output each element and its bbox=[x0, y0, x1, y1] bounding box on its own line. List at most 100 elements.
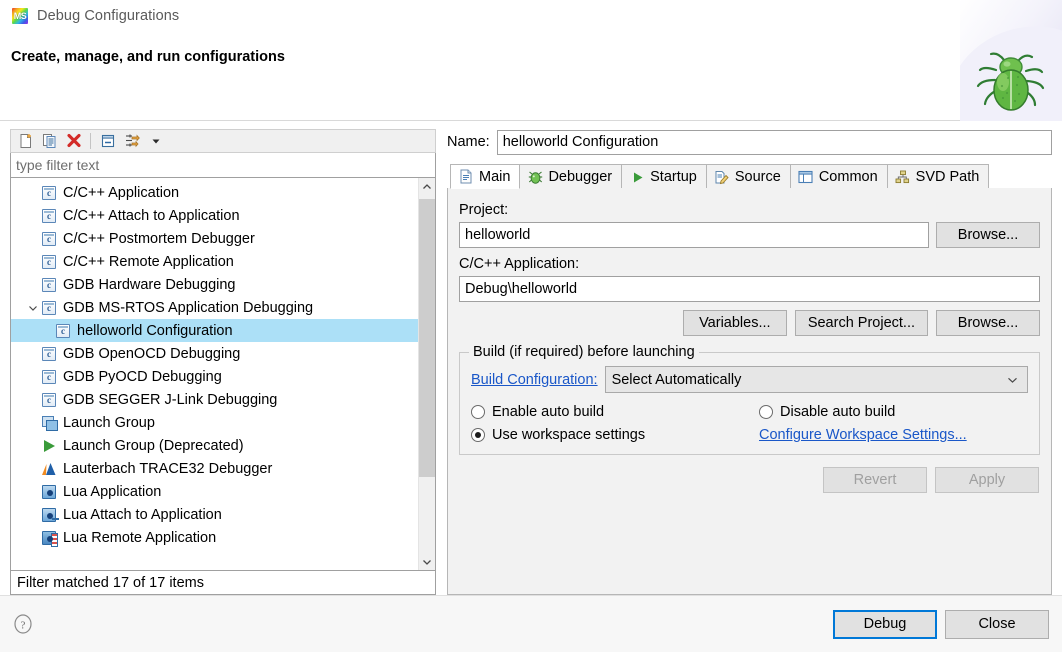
tree-item[interactable]: GDB SEGGER J-Link Debugging bbox=[11, 388, 418, 411]
project-browse-button[interactable]: Browse... bbox=[936, 222, 1040, 248]
tab-label: Debugger bbox=[548, 169, 612, 185]
disable-auto-build-radio[interactable]: Disable auto build bbox=[759, 404, 1028, 420]
view-menu-button[interactable] bbox=[145, 131, 166, 151]
tree-item[interactable]: C/C++ Postmortem Debugger bbox=[11, 227, 418, 250]
tree-item[interactable]: Lauterbach TRACE32 Debugger bbox=[11, 457, 418, 480]
ms-rtos-icon bbox=[12, 8, 28, 24]
c-config-icon bbox=[42, 186, 56, 200]
debug-button[interactable]: Debug bbox=[833, 610, 937, 639]
configurations-tree[interactable]: C/C++ Application C/C++ Attach to Applica… bbox=[11, 178, 418, 570]
chevron-down-icon bbox=[422, 557, 432, 567]
enable-auto-build-radio[interactable]: Enable auto build bbox=[471, 404, 759, 420]
build-group: Build (if required) before launching Bui… bbox=[459, 352, 1040, 455]
filter-launch-configurations-icon bbox=[124, 133, 140, 149]
application-input[interactable]: Debug\helloworld bbox=[459, 276, 1040, 302]
tree-item[interactable]: C/C++ Remote Application bbox=[11, 250, 418, 273]
tree-item-label: GDB OpenOCD Debugging bbox=[63, 346, 240, 362]
tree-item-label: helloworld Configuration bbox=[77, 323, 233, 339]
tab-common[interactable]: Common bbox=[790, 164, 888, 189]
tab-label: Common bbox=[819, 169, 878, 185]
name-label: Name: bbox=[447, 134, 490, 150]
build-configuration-link[interactable]: Build Configuration: bbox=[471, 372, 598, 388]
green-play-icon bbox=[631, 171, 644, 184]
filter-launch-configurations-button[interactable] bbox=[121, 131, 142, 151]
tab-label: Startup bbox=[650, 169, 697, 185]
tree-item[interactable]: Launch Group (Deprecated) bbox=[11, 434, 418, 457]
svd-tree-icon bbox=[895, 170, 910, 184]
tree-item[interactable]: helloworld Configuration bbox=[11, 319, 418, 342]
use-workspace-settings-radio[interactable]: Use workspace settings bbox=[471, 427, 759, 443]
build-configuration-select[interactable]: Select Automatically bbox=[605, 366, 1028, 393]
radio-indicator bbox=[471, 405, 485, 419]
tree-item-icon bbox=[41, 254, 57, 270]
application-browse-button[interactable]: Browse... bbox=[936, 310, 1040, 336]
tree-item[interactable]: GDB PyOCD Debugging bbox=[11, 365, 418, 388]
duplicate-configuration-button[interactable] bbox=[39, 131, 60, 151]
tab-label: Source bbox=[735, 169, 781, 185]
chevron-up-icon bbox=[422, 182, 432, 192]
tab-debugger[interactable]: Debugger bbox=[519, 164, 622, 189]
tree-item[interactable]: Lua Application bbox=[11, 480, 418, 503]
project-row: helloworld Browse... bbox=[459, 222, 1040, 248]
scrollbar-track[interactable] bbox=[419, 195, 435, 553]
launch-group-icon bbox=[42, 416, 57, 430]
view-menu-chevron-icon bbox=[150, 135, 162, 147]
build-configuration-value: Select Automatically bbox=[612, 372, 742, 388]
build-options-grid: Enable auto build Disable auto build Use… bbox=[471, 404, 1028, 443]
c-config-icon bbox=[42, 255, 56, 269]
scrollbar-thumb[interactable] bbox=[419, 199, 435, 477]
tab-source[interactable]: Source bbox=[706, 164, 791, 189]
name-input[interactable]: helloworld Configuration bbox=[497, 130, 1052, 155]
main-tab-panel: Project: helloworld Browse... C/C++ Appl… bbox=[447, 188, 1052, 595]
close-button[interactable]: Close bbox=[945, 610, 1049, 639]
scroll-down-button[interactable] bbox=[419, 553, 435, 570]
tree-item-label: Lua Attach to Application bbox=[63, 507, 222, 523]
tab-main[interactable]: Main bbox=[450, 164, 520, 189]
configurations-tree-container: C/C++ Application C/C++ Attach to Applica… bbox=[10, 178, 436, 571]
tree-item-icon bbox=[41, 415, 57, 431]
window-title: Debug Configurations bbox=[37, 8, 179, 24]
configure-workspace-settings-link[interactable]: Configure Workspace Settings... bbox=[759, 427, 1028, 443]
tree-item[interactable]: GDB OpenOCD Debugging bbox=[11, 342, 418, 365]
revert-button[interactable]: Revert bbox=[823, 467, 927, 493]
tab-svd-path[interactable]: SVD Path bbox=[887, 164, 990, 189]
chevron-down-icon bbox=[28, 303, 38, 313]
common-window-icon bbox=[798, 170, 813, 184]
tree-item[interactable]: GDB Hardware Debugging bbox=[11, 273, 418, 296]
new-configuration-icon bbox=[18, 133, 34, 149]
configuration-editor: Name: helloworld Configuration Main Debug… bbox=[447, 129, 1052, 595]
radio-indicator bbox=[471, 428, 485, 442]
new-configuration-button[interactable] bbox=[15, 131, 36, 151]
help-question-icon[interactable]: ? bbox=[13, 614, 33, 634]
project-input[interactable]: helloworld bbox=[459, 222, 929, 248]
scroll-up-button[interactable] bbox=[419, 178, 435, 195]
tree-item[interactable]: C/C++ Application bbox=[11, 181, 418, 204]
tree-vertical-scrollbar[interactable] bbox=[418, 178, 435, 570]
tree-item[interactable]: Launch Group bbox=[11, 411, 418, 434]
radio-indicator bbox=[759, 405, 773, 419]
tree-item-label: Lauterbach TRACE32 Debugger bbox=[63, 461, 272, 477]
tree-item-icon bbox=[41, 438, 57, 454]
tree-item[interactable]: C/C++ Attach to Application bbox=[11, 204, 418, 227]
lua-application-icon bbox=[42, 485, 56, 499]
tree-item[interactable]: Lua Remote Application bbox=[11, 526, 418, 549]
delete-configuration-button[interactable] bbox=[63, 131, 84, 151]
tree-item-icon bbox=[41, 369, 57, 385]
bug-icon bbox=[528, 170, 543, 185]
collapse-all-button[interactable] bbox=[97, 131, 118, 151]
radio-label: Use workspace settings bbox=[492, 427, 645, 443]
apply-button[interactable]: Apply bbox=[935, 467, 1039, 493]
dialog-body: type filter text C/C++ ApplicationC/C++ … bbox=[0, 121, 1062, 595]
tree-item-label: C/C++ Application bbox=[63, 185, 179, 201]
filter-text-input[interactable]: type filter text bbox=[10, 153, 436, 178]
toolbar-separator bbox=[90, 133, 91, 149]
tree-expand-toggle[interactable] bbox=[25, 303, 41, 313]
search-project-button[interactable]: Search Project... bbox=[795, 310, 928, 336]
tree-item[interactable]: GDB MS-RTOS Application Debugging bbox=[11, 296, 418, 319]
lauterbach-icon bbox=[41, 462, 57, 476]
lua-remote-icon bbox=[42, 531, 56, 545]
chevron-down-icon bbox=[1007, 374, 1018, 385]
tab-startup[interactable]: Startup bbox=[621, 164, 707, 189]
tree-item[interactable]: Lua Attach to Application bbox=[11, 503, 418, 526]
variables-button[interactable]: Variables... bbox=[683, 310, 787, 336]
